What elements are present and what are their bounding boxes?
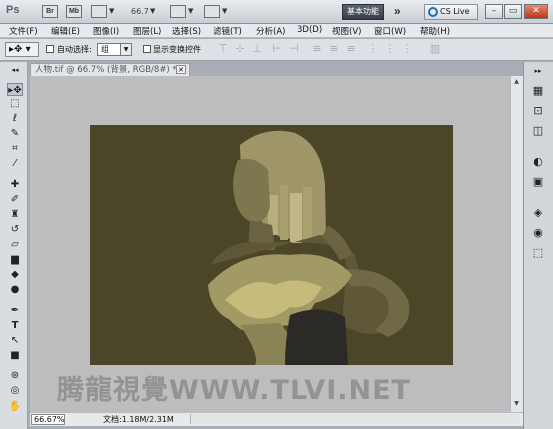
menu-help[interactable]: 帮助(H) bbox=[420, 25, 450, 37]
cs-live-icon bbox=[428, 7, 438, 17]
screen-mode-icon[interactable] bbox=[204, 5, 220, 18]
brush-icon[interactable]: ✐ bbox=[7, 193, 23, 206]
align-left-icon[interactable]: ⊢ bbox=[270, 43, 284, 56]
mini-bridge-button[interactable]: Mb bbox=[66, 5, 82, 18]
arrange-dropdown[interactable]: ▼ bbox=[188, 7, 193, 15]
align-vcenter-icon[interactable]: ⊹ bbox=[233, 43, 247, 56]
show-transform-label: 显示变换控件 bbox=[153, 45, 201, 54]
3d-orbit-icon[interactable]: ◎ bbox=[7, 384, 23, 397]
paths-icon[interactable]: ⬚ bbox=[530, 246, 546, 260]
scroll-down-icon[interactable]: ▼ bbox=[511, 400, 522, 410]
crop-icon[interactable]: ⌗ bbox=[7, 142, 23, 155]
gradient-icon[interactable]: ▆ bbox=[7, 253, 23, 266]
distribute-right-icon[interactable]: ⋮ bbox=[400, 43, 414, 56]
type-icon[interactable]: T bbox=[7, 319, 23, 332]
menu-filter[interactable]: 滤镜(T) bbox=[213, 25, 242, 37]
menu-analysis[interactable]: 分析(A) bbox=[256, 25, 285, 37]
channels-icon[interactable]: ◉ bbox=[530, 226, 546, 240]
workspace-switcher-button[interactable]: 基本功能 bbox=[342, 4, 384, 20]
tool-preset-picker[interactable]: ▸✥ ▾ bbox=[5, 42, 39, 57]
marquee-icon[interactable]: ⬚ bbox=[7, 97, 23, 110]
dodge-icon[interactable]: ● bbox=[7, 283, 23, 296]
menu-3d[interactable]: 3D(D) bbox=[297, 25, 322, 35]
blur-icon[interactable]: ◆ bbox=[7, 268, 23, 281]
healing-icon[interactable]: ✚ bbox=[7, 178, 23, 191]
bridge-button[interactable]: Br bbox=[42, 5, 58, 18]
view-extras-dropdown[interactable]: ▼ bbox=[109, 7, 114, 15]
align-hcenter-icon[interactable]: ⊣ bbox=[287, 43, 301, 56]
photoshop-logo: Ps bbox=[6, 4, 20, 16]
lasso-icon[interactable]: ℓ bbox=[7, 112, 23, 125]
hand-icon[interactable]: ✋ bbox=[7, 400, 23, 413]
navigator-icon[interactable]: ◫ bbox=[530, 124, 546, 138]
menu-file[interactable]: 文件(F) bbox=[9, 25, 38, 37]
distribute-hcenter-icon[interactable]: ⋮ bbox=[383, 43, 397, 56]
watermark-text: 腾龍視覺WWW.TLVI.NET bbox=[57, 375, 411, 406]
menu-edit[interactable]: 编辑(E) bbox=[51, 25, 80, 37]
vertical-scrollbar[interactable] bbox=[510, 76, 523, 412]
align-bottom-icon[interactable]: ⊥ bbox=[250, 43, 264, 56]
scroll-up-icon[interactable]: ▲ bbox=[511, 78, 522, 88]
close-icon[interactable]: ✕ bbox=[176, 65, 186, 74]
document-tab[interactable]: 人物.tif @ 66.7% (背景, RGB/8#) * bbox=[30, 63, 190, 76]
close-button[interactable]: ✕ bbox=[524, 4, 548, 19]
auto-select-label: 自动选择: bbox=[57, 45, 92, 54]
menu-window[interactable]: 窗口(W) bbox=[374, 25, 406, 37]
document-info[interactable]: 文档:1.18M/2.31M bbox=[103, 414, 174, 425]
shape-icon[interactable]: ■ bbox=[7, 349, 23, 362]
distribute-top-icon[interactable]: ≡ bbox=[310, 43, 324, 56]
minimize-button[interactable]: – bbox=[485, 4, 503, 19]
quick-select-icon[interactable]: ✎ bbox=[7, 127, 23, 140]
zoom-status-field[interactable]: 66.67% bbox=[31, 414, 65, 425]
collapse-tools-icon[interactable]: ◂◂ bbox=[7, 64, 23, 77]
distribute-bottom-icon[interactable]: ≡ bbox=[344, 43, 358, 56]
view-extras-icon[interactable] bbox=[91, 5, 107, 18]
distribute-left-icon[interactable]: ⋮ bbox=[366, 43, 380, 56]
pen-icon[interactable]: ✒ bbox=[7, 304, 23, 317]
menu-layer[interactable]: 图层(L) bbox=[133, 25, 161, 37]
path-select-icon[interactable]: ↖ bbox=[7, 334, 23, 347]
history-brush-icon[interactable]: ↺ bbox=[7, 223, 23, 236]
menu-image[interactable]: 图像(I) bbox=[93, 25, 119, 37]
eyedropper-icon[interactable]: ⁄ bbox=[7, 157, 23, 170]
horizontal-scrollbar[interactable] bbox=[190, 414, 520, 424]
restore-button[interactable]: ▭ bbox=[504, 4, 522, 19]
show-transform-checkbox[interactable] bbox=[143, 45, 151, 53]
move-icon[interactable]: ▸✥ bbox=[7, 83, 23, 96]
chevron-down-icon[interactable]: ▼ bbox=[120, 43, 132, 56]
histogram-icon[interactable]: ▦ bbox=[530, 84, 546, 98]
screen-mode-dropdown[interactable]: ▼ bbox=[222, 7, 227, 15]
3d-rotate-icon[interactable]: ⊛ bbox=[7, 369, 23, 382]
arrange-documents-icon[interactable] bbox=[170, 5, 186, 18]
auto-select-checkbox[interactable] bbox=[46, 45, 54, 53]
distribute-vcenter-icon[interactable]: ≡ bbox=[327, 43, 341, 56]
info-icon[interactable]: ⊡ bbox=[530, 104, 546, 118]
align-top-icon[interactable]: ⊤ bbox=[216, 43, 230, 56]
expand-panels-icon[interactable]: ▸▸ bbox=[530, 64, 546, 78]
masks-icon[interactable]: ▣ bbox=[530, 175, 546, 189]
menu-select[interactable]: 选择(S) bbox=[172, 25, 201, 37]
more-workspaces-icon[interactable]: » bbox=[394, 4, 401, 18]
adjustments-icon[interactable]: ◐ bbox=[530, 155, 546, 169]
auto-align-icon[interactable]: ▥ bbox=[428, 43, 442, 56]
image-canvas[interactable] bbox=[90, 125, 453, 365]
zoom-level[interactable]: 66.7 bbox=[131, 7, 149, 16]
stamp-icon[interactable]: ♜ bbox=[7, 208, 23, 221]
eraser-icon[interactable]: ▱ bbox=[7, 238, 23, 251]
layers-icon[interactable]: ◈ bbox=[530, 206, 546, 220]
portrait-photo bbox=[90, 125, 453, 365]
menu-view[interactable]: 视图(V) bbox=[332, 25, 361, 37]
zoom-dropdown[interactable]: ▼ bbox=[150, 7, 155, 15]
